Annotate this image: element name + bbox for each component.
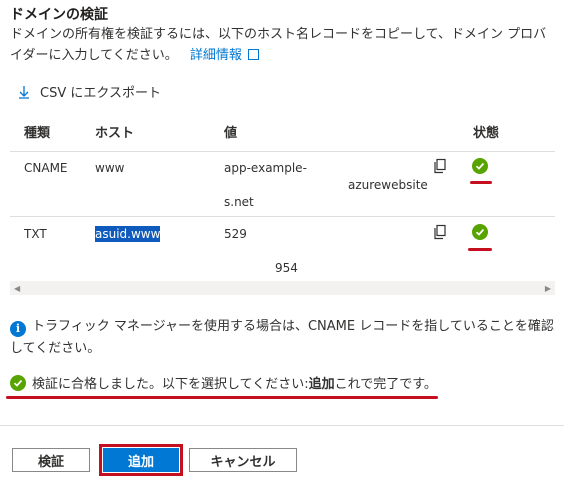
row-txt-host: asuid.www	[95, 226, 161, 242]
external-link-icon	[247, 49, 259, 60]
validate-button[interactable]: 検証	[12, 448, 90, 472]
scroll-right-icon[interactable]: ▶	[545, 284, 551, 293]
checkmark-icon	[475, 162, 485, 170]
row-cname-value-part: s.net	[224, 195, 254, 209]
column-header-host: ホスト	[95, 126, 135, 141]
row-cname-host: www	[95, 161, 125, 175]
horizontal-scrollbar[interactable]: ◀ ▶	[10, 281, 555, 295]
add-button[interactable]: 追加	[103, 448, 179, 472]
traffic-manager-info: i トラフィック マネージャーを使用する場合は、CNAME レコードを指しているこ…	[10, 316, 555, 360]
row-cname-value-part: azurewebsite	[348, 178, 428, 192]
row-txt-value-part: 954	[275, 261, 298, 275]
footer-divider	[0, 425, 564, 426]
row-txt-type: TXT	[24, 227, 47, 241]
cancel-button[interactable]: キャンセル	[189, 448, 297, 472]
export-csv-button[interactable]: CSV にエクスポート	[18, 82, 161, 101]
row-cname-value: app-example-	[224, 161, 307, 175]
description-line-2-text: イダーに入力してください。	[10, 48, 178, 63]
validation-success-message: 検証に合格しました。以下を選択してください: 追加 これで完了です。	[10, 373, 437, 392]
info-text: トラフィック マネージャーを使用する場合は、CNAME レコードを指していること…	[10, 319, 554, 356]
column-header-status: 状態	[473, 126, 500, 141]
info-icon: i	[10, 321, 26, 337]
checkmark-icon	[13, 379, 23, 387]
scroll-left-icon[interactable]: ◀	[14, 284, 20, 293]
highlight-underline	[6, 396, 438, 399]
copy-icon[interactable]	[432, 224, 448, 240]
success-check-icon	[10, 374, 26, 391]
column-header-type: 種類	[24, 126, 51, 141]
success-text-prefix: 検証に合格しました。以下を選択してください:	[32, 377, 309, 392]
row-cname-type: CNAME	[24, 161, 68, 175]
column-header-value: 値	[224, 126, 238, 141]
section-title: ドメインの検証	[10, 7, 108, 23]
success-text-bold: 追加	[308, 377, 335, 392]
description-line-1: ドメインの所有権を検証するには、以下のホスト名レコードをコピーして、ドメイン プ…	[10, 27, 547, 42]
copy-icon[interactable]	[432, 158, 448, 174]
table-row-divider	[10, 216, 555, 217]
checkmark-icon	[475, 228, 485, 236]
description-line-2: イダーに入力してください。 詳細情報	[10, 45, 555, 66]
export-csv-label: CSV にエクスポート	[40, 86, 161, 101]
highlight-underline	[468, 248, 492, 251]
download-icon	[19, 85, 29, 99]
status-verified-icon	[472, 158, 488, 174]
details-link[interactable]: 詳細情報	[190, 48, 242, 63]
row-txt-value: 529	[224, 227, 247, 241]
success-text-suffix: これで完了です。	[334, 377, 437, 392]
status-verified-icon	[472, 224, 488, 240]
highlight-underline	[470, 181, 492, 184]
section-description: ドメインの所有権を検証するには、以下のホスト名レコードをコピーして、ドメイン プ…	[10, 24, 555, 66]
table-divider	[10, 151, 555, 152]
